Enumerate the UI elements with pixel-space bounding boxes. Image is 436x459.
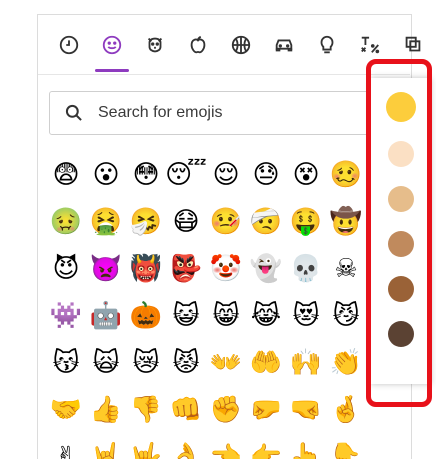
tab-recent[interactable]	[52, 28, 86, 62]
search-input[interactable]	[96, 103, 350, 123]
emoji-cell[interactable]: 👹	[126, 246, 166, 292]
smiley-icon	[102, 35, 122, 55]
emoji-cell[interactable]: 😷	[166, 199, 206, 245]
tab-symbols[interactable]	[353, 28, 387, 62]
emoji-cell[interactable]: 👇	[326, 434, 366, 459]
flag-icon	[405, 36, 421, 52]
emoji-cell[interactable]: 😺	[166, 293, 206, 339]
dog-icon	[147, 37, 163, 53]
emoji-cell[interactable]: 😹	[246, 293, 286, 339]
emoji-cell[interactable]: 👌	[166, 434, 206, 459]
search-box[interactable]	[49, 91, 409, 135]
skin-tone-panel	[371, 78, 431, 384]
tab-objects[interactable]	[310, 28, 344, 62]
emoji-cell[interactable]: 🤛	[246, 387, 286, 433]
emoji-cell[interactable]: 🤧	[126, 199, 166, 245]
lightbulb-icon	[320, 35, 334, 54]
skin-tone-light[interactable]	[388, 141, 414, 167]
emoji-cell[interactable]: 😾	[166, 340, 206, 386]
emoji-cell[interactable]: 🙌	[286, 340, 326, 386]
apple-icon	[190, 35, 206, 54]
tab-food[interactable]	[181, 28, 215, 62]
emoji-cell[interactable]: ☠	[326, 246, 366, 292]
emoji-cell[interactable]: ✌	[46, 434, 86, 459]
emoji-cell[interactable]: 🤘	[86, 434, 126, 459]
emoji-cell[interactable]: 🤠	[326, 199, 366, 245]
symbols-icon	[361, 36, 380, 54]
emoji-cell[interactable]: 😨	[46, 152, 86, 198]
basketball-icon	[231, 35, 251, 55]
emoji-cell[interactable]: 🤡	[206, 246, 246, 292]
skin-tone-default[interactable]	[386, 92, 416, 122]
clock-icon	[59, 35, 79, 55]
emoji-cell[interactable]: 👏	[326, 340, 366, 386]
emoji-cell[interactable]: 👊	[166, 387, 206, 433]
tab-animals[interactable]	[138, 28, 172, 62]
skin-tone-medium[interactable]	[388, 231, 414, 257]
emoji-cell[interactable]: 😿	[126, 340, 166, 386]
emoji-cell[interactable]: 🤒	[206, 199, 246, 245]
emoji-cell[interactable]: 😸	[206, 293, 246, 339]
emoji-cell[interactable]: 👉	[246, 434, 286, 459]
car-icon	[275, 39, 293, 52]
emoji-cell[interactable]: 😳	[126, 152, 166, 198]
emoji-cell[interactable]: 🤖	[86, 293, 126, 339]
emoji-cell[interactable]: 👍	[86, 387, 126, 433]
tab-divider	[38, 74, 410, 75]
emoji-cell[interactable]: ✊	[206, 387, 246, 433]
emoji-cell[interactable]: 😻	[286, 293, 326, 339]
emoji-grid: 😨 😮 😳 😴 😌 😓 😵 🥴 🤢 🤮 🤧 😷 🤒 🤕 🤑 🤠 😈 👿 👹 👺 🤡 👻 💀 ☠ 👾 🤖 🎃 😺 😸 😹 😻 😼 😽 🙀 😿 😾 👐 🤲 🙌 👏…	[46, 152, 366, 459]
emoji-cell[interactable]: 👿	[86, 246, 126, 292]
emoji-cell[interactable]: 🤮	[86, 199, 126, 245]
emoji-cell[interactable]: 🎃	[126, 293, 166, 339]
emoji-cell[interactable]: 😮	[86, 152, 126, 198]
emoji-picker-screenshot: 😨😮😳😴😌😓😵🥴 🤢🤮🤧😷🤒🤕🤑🤠 😈👿👹👺🤡👻💀☠ 👾🤖🎃😺😸😹😻😼 😽🙀😿😾👐🤲🙌👏…	[0, 0, 436, 459]
emoji-cell[interactable]: 🥴	[326, 152, 366, 198]
emoji-cell[interactable]: 👆	[286, 434, 326, 459]
emoji-cell[interactable]: 😼	[326, 293, 366, 339]
emoji-cell[interactable]: 🤲	[246, 340, 286, 386]
emoji-cell[interactable]: 😽	[46, 340, 86, 386]
emoji-cell[interactable]: 👈	[206, 434, 246, 459]
emoji-cell[interactable]: 😴	[165, 152, 207, 198]
emoji-cell[interactable]: 💀	[286, 246, 326, 292]
emoji-cell[interactable]: 👎	[126, 387, 166, 433]
emoji-cell[interactable]: 🤟	[126, 434, 166, 459]
tab-smileys[interactable]	[95, 28, 129, 72]
tab-activities[interactable]	[224, 28, 258, 62]
emoji-cell[interactable]: 👐	[206, 340, 246, 386]
skin-tone-list	[371, 92, 431, 347]
emoji-cell[interactable]: 👺	[166, 246, 206, 292]
category-tabs	[52, 28, 430, 72]
emoji-cell[interactable]: 🙀	[86, 340, 126, 386]
search-icon	[65, 104, 82, 121]
emoji-cell[interactable]: 👾	[46, 293, 86, 339]
skin-tone-medium-dark[interactable]	[388, 276, 414, 302]
skin-tone-medium-light[interactable]	[388, 186, 414, 212]
skin-tone-dark[interactable]	[388, 321, 414, 347]
emoji-cell[interactable]: 🤞	[326, 387, 366, 433]
emoji-cell[interactable]: 😌	[206, 152, 246, 198]
emoji-cell[interactable]: 😈	[46, 246, 86, 292]
tab-flags[interactable]	[396, 28, 430, 62]
emoji-cell[interactable]: 😵	[286, 152, 326, 198]
emoji-cell[interactable]: 🤑	[286, 199, 326, 245]
emoji-cell[interactable]: 🤢	[46, 199, 86, 245]
tab-travel[interactable]	[267, 28, 301, 62]
emoji-cell[interactable]: 👻	[246, 246, 286, 292]
emoji-cell[interactable]: 🤝	[46, 387, 86, 433]
emoji-cell[interactable]: 😓	[246, 152, 286, 198]
emoji-cell[interactable]: 🤜	[286, 387, 326, 433]
emoji-cell[interactable]: 🤕	[246, 199, 286, 245]
